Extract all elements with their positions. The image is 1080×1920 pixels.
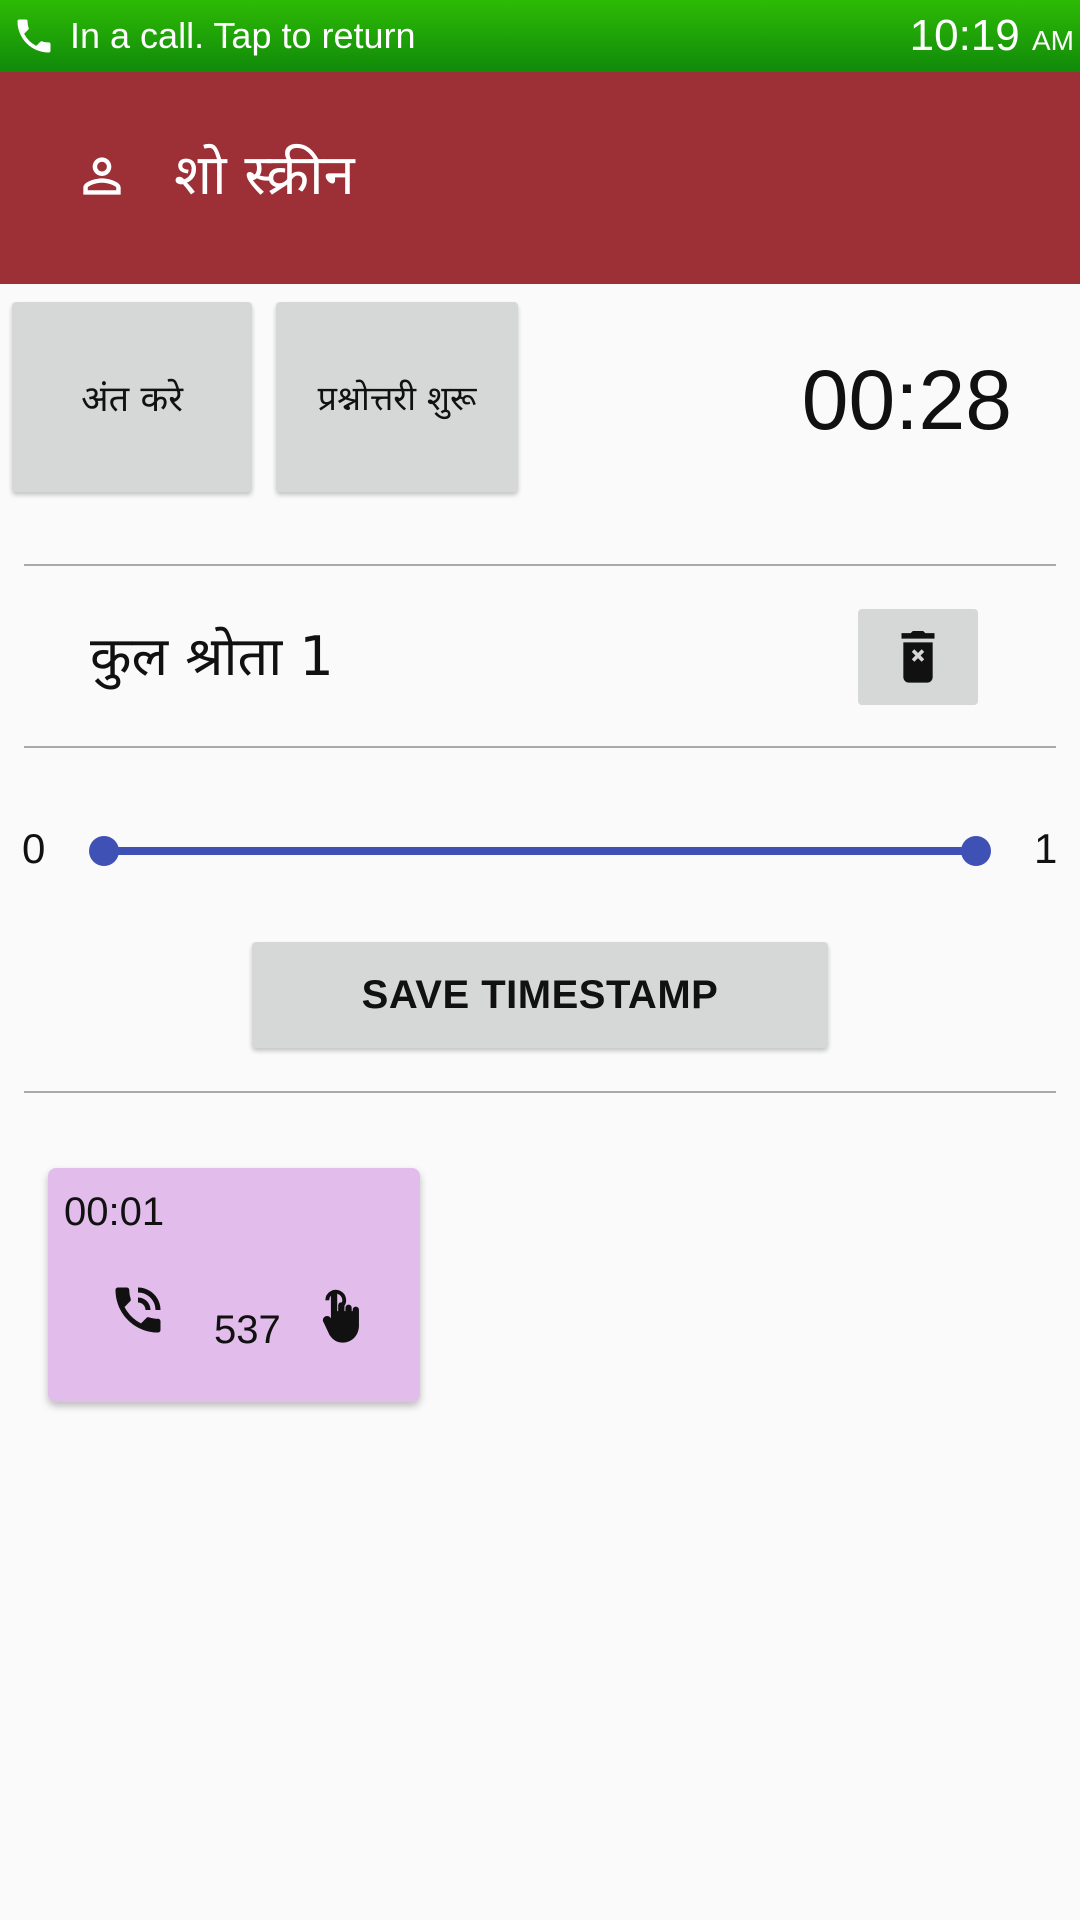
range-max-label: 1 <box>1034 825 1058 872</box>
page-title: शो स्क्रीन <box>174 143 355 208</box>
person-icon[interactable] <box>74 148 130 204</box>
range-slider-max-thumb[interactable] <box>961 836 991 866</box>
range-min-label: 0 <box>22 825 46 872</box>
phone-in-talk-icon[interactable] <box>108 1280 168 1340</box>
timestamp-number: 537 <box>214 1308 281 1352</box>
delete-forever-icon <box>901 630 935 683</box>
status-clock: 10:19 AM <box>910 12 1074 65</box>
divider <box>24 746 1056 748</box>
end-show-button[interactable]: अंत करे <box>12 302 252 492</box>
range-slider-min-thumb[interactable] <box>89 836 119 866</box>
show-screen: In a call. Tap to return 10:19 AM शो स्क… <box>0 0 1080 1920</box>
divider <box>24 1091 1056 1093</box>
phone-icon <box>17 19 51 53</box>
call-status-text: In a call. Tap to return <box>70 15 416 56</box>
delete-button[interactable] <box>858 609 978 705</box>
timestamp-time: 00:01 <box>64 1190 165 1234</box>
total-listeners-label: कुल श्रोता 1 <box>90 625 334 688</box>
hand-pointer-icon[interactable] <box>314 1284 372 1348</box>
start-quiz-button[interactable]: प्रश्नोत्तरी शुरू <box>276 302 518 492</box>
timestamp-card[interactable]: 00:01 537 <box>48 1168 420 1402</box>
clock-ampm: AM <box>1032 25 1074 56</box>
divider <box>24 564 1056 566</box>
show-timer: 00:28 <box>801 353 1012 447</box>
save-timestamp-button[interactable]: SAVE TIMESTAMP <box>252 942 828 1048</box>
clock-time: 10:19 <box>909 11 1020 60</box>
app-toolbar: शो स्क्रीन <box>0 72 1080 284</box>
range-slider-track[interactable] <box>104 847 976 855</box>
call-status-bar[interactable]: In a call. Tap to return 10:19 AM <box>0 0 1080 72</box>
